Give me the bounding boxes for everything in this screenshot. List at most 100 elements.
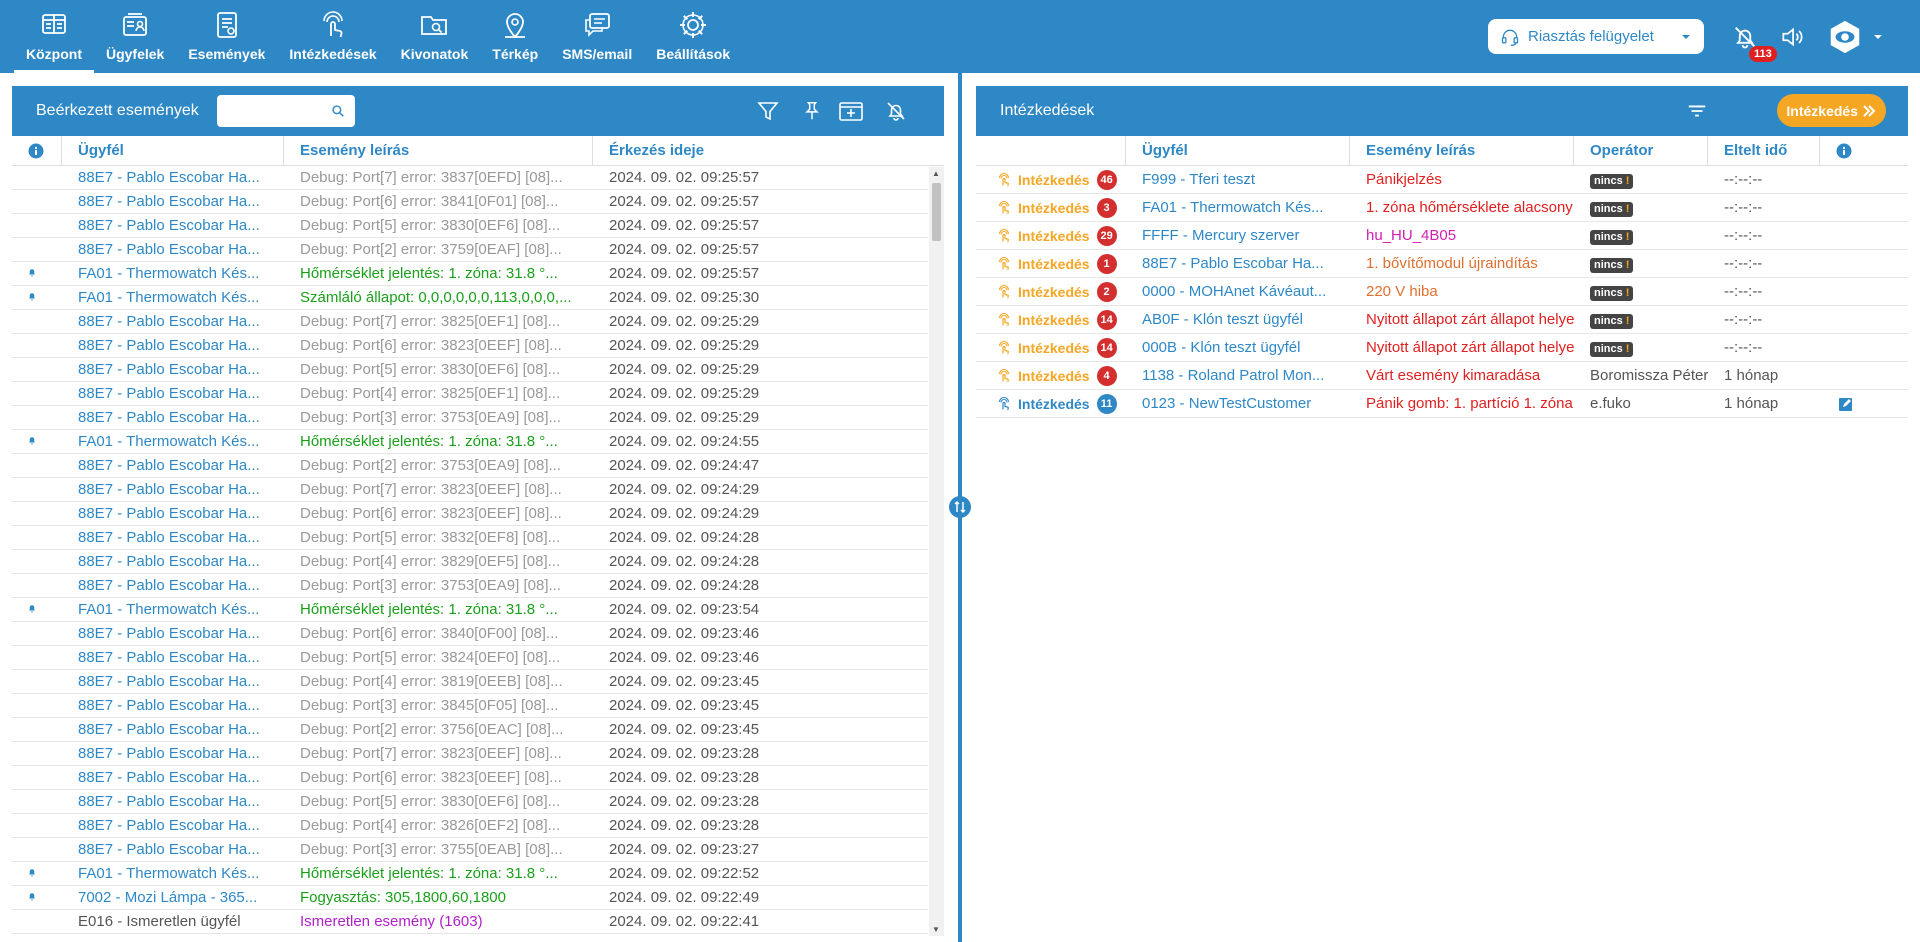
table-row[interactable]: Intézkedés 46 F999 - Tferi teszt Pánikjelzé… <box>976 166 1908 194</box>
scroll-up-icon[interactable]: ▲ <box>932 169 940 178</box>
row-client[interactable]: 88E7 - Pablo Escobar Ha... <box>62 241 284 258</box>
row-client[interactable]: 88E7 - Pablo Escobar Ha... <box>1126 255 1350 272</box>
table-row[interactable]: 88E7 - Pablo Escobar Ha... Debug: Port[5]… <box>12 214 928 238</box>
row-client[interactable]: FFFF - Mercury szerver <box>1126 227 1350 244</box>
table-row[interactable]: 88E7 - Pablo Escobar Ha... Debug: Port[2]… <box>12 238 928 262</box>
table-row[interactable]: E016 - Ismeretlen ügyfél Ismeretlen esemé… <box>12 910 928 934</box>
table-row[interactable]: Intézkedés 2 0000 - MOHAnet Kávéaut... 220 … <box>976 278 1908 306</box>
table-row[interactable]: FA01 - Thermowatch Kés... Számláló állapo… <box>12 286 928 310</box>
scroll-thumb[interactable] <box>932 183 941 241</box>
row-client[interactable]: AB0F - Klón teszt ügyfél <box>1126 311 1350 328</box>
col-description[interactable]: Esemény leírás <box>1350 136 1574 165</box>
nav-item-1[interactable]: Ügyfelek <box>94 0 176 73</box>
nav-item-5[interactable]: Térkép <box>480 0 550 73</box>
nav-item-4[interactable]: Kivonatok <box>389 0 481 73</box>
row-client[interactable]: 88E7 - Pablo Escobar Ha... <box>62 505 284 522</box>
row-client[interactable]: 88E7 - Pablo Escobar Ha... <box>62 457 284 474</box>
row-client[interactable]: 88E7 - Pablo Escobar Ha... <box>62 769 284 786</box>
row-client[interactable]: 000B - Klón teszt ügyfél <box>1126 339 1350 356</box>
table-row[interactable]: 88E7 - Pablo Escobar Ha... Debug: Port[2]… <box>12 454 928 478</box>
table-row[interactable]: 88E7 - Pablo Escobar Ha... Debug: Port[2]… <box>12 718 928 742</box>
col-operator[interactable]: Operátor <box>1574 136 1708 165</box>
row-action-cell[interactable]: Intézkedés 14 <box>976 337 1126 358</box>
table-row[interactable]: 88E7 - Pablo Escobar Ha... Debug: Port[4]… <box>12 382 928 406</box>
table-row[interactable]: Intézkedés 3 FA01 - Thermowatch Kés... 1. z… <box>976 194 1908 222</box>
row-client[interactable]: 88E7 - Pablo Escobar Ha... <box>62 841 284 858</box>
table-row[interactable]: 88E7 - Pablo Escobar Ha... Debug: Port[4]… <box>12 670 928 694</box>
col-client[interactable]: Ügyfél <box>1126 136 1350 165</box>
row-client[interactable]: 88E7 - Pablo Escobar Ha... <box>62 169 284 186</box>
table-row[interactable]: 88E7 - Pablo Escobar Ha... Debug: Port[3]… <box>12 838 928 862</box>
alarm-mode-select[interactable]: Riasztás felügyelet <box>1488 19 1704 54</box>
row-client[interactable]: 88E7 - Pablo Escobar Ha... <box>62 481 284 498</box>
table-row[interactable]: 88E7 - Pablo Escobar Ha... Debug: Port[5]… <box>12 526 928 550</box>
row-client[interactable]: 88E7 - Pablo Escobar Ha... <box>62 409 284 426</box>
row-client[interactable]: FA01 - Thermowatch Kés... <box>62 265 284 282</box>
bell-off-icon[interactable] <box>884 99 908 123</box>
row-client[interactable]: 1138 - Roland Patrol Mon... <box>1126 367 1350 384</box>
row-client[interactable]: 88E7 - Pablo Escobar Ha... <box>62 337 284 354</box>
table-row[interactable]: 88E7 - Pablo Escobar Ha... Debug: Port[3]… <box>12 574 928 598</box>
row-client[interactable]: 88E7 - Pablo Escobar Ha... <box>62 529 284 546</box>
row-client[interactable]: 7002 - Mozi Lámpa - 365... <box>62 889 284 906</box>
scroll-down-icon[interactable]: ▼ <box>932 925 940 934</box>
row-action-cell[interactable]: Intézkedés 4 <box>976 365 1126 386</box>
row-client[interactable]: 88E7 - Pablo Escobar Ha... <box>62 385 284 402</box>
row-client[interactable]: 88E7 - Pablo Escobar Ha... <box>62 217 284 234</box>
row-action-cell[interactable]: Intézkedés 14 <box>976 309 1126 330</box>
table-row[interactable]: FA01 - Thermowatch Kés... Hőmérséklet jel… <box>12 430 928 454</box>
filter-icon[interactable] <box>756 99 780 123</box>
edit-icon[interactable] <box>1838 396 1854 412</box>
sound-button[interactable] <box>1777 22 1807 52</box>
row-client[interactable]: FA01 - Thermowatch Kés... <box>62 289 284 306</box>
sort-icon[interactable] <box>1686 100 1708 122</box>
row-client[interactable]: 88E7 - Pablo Escobar Ha... <box>62 553 284 570</box>
row-action-cell[interactable]: Intézkedés 3 <box>976 197 1126 218</box>
swap-panels-button[interactable] <box>949 496 971 518</box>
pin-icon[interactable] <box>801 100 823 122</box>
row-client[interactable]: 88E7 - Pablo Escobar Ha... <box>62 721 284 738</box>
table-row[interactable]: 88E7 - Pablo Escobar Ha... Debug: Port[6]… <box>12 190 928 214</box>
row-action-cell[interactable]: Intézkedés 46 <box>976 169 1126 190</box>
events-search-input[interactable] <box>225 95 325 125</box>
row-action-cell[interactable]: Intézkedés 29 <box>976 225 1126 246</box>
table-row[interactable]: 88E7 - Pablo Escobar Ha... Debug: Port[6]… <box>12 334 928 358</box>
row-client[interactable]: 88E7 - Pablo Escobar Ha... <box>62 649 284 666</box>
table-row[interactable]: 7002 - Mozi Lámpa - 365... Fogyasztás: 30… <box>12 886 928 910</box>
col-client[interactable]: Ügyfél <box>62 136 284 165</box>
row-client[interactable]: FA01 - Thermowatch Kés... <box>62 865 284 882</box>
row-client[interactable]: 88E7 - Pablo Escobar Ha... <box>62 313 284 330</box>
row-client[interactable]: 88E7 - Pablo Escobar Ha... <box>62 793 284 810</box>
row-client[interactable]: FA01 - Thermowatch Kés... <box>62 433 284 450</box>
row-action-cell[interactable]: Intézkedés 2 <box>976 281 1126 302</box>
row-client[interactable]: 88E7 - Pablo Escobar Ha... <box>62 697 284 714</box>
table-row[interactable]: 88E7 - Pablo Escobar Ha... Debug: Port[6]… <box>12 622 928 646</box>
table-row[interactable]: 88E7 - Pablo Escobar Ha... Debug: Port[3]… <box>12 406 928 430</box>
table-row[interactable]: 88E7 - Pablo Escobar Ha... Debug: Port[3]… <box>12 694 928 718</box>
col-elapsed[interactable]: Eltelt idő <box>1708 136 1820 165</box>
row-client[interactable]: FA01 - Thermowatch Kés... <box>62 601 284 618</box>
table-row[interactable]: Intézkedés 1 88E7 - Pablo Escobar Ha... 1. … <box>976 250 1908 278</box>
events-scrollbar[interactable]: ▲ ▼ <box>929 167 944 936</box>
row-client[interactable]: 88E7 - Pablo Escobar Ha... <box>62 745 284 762</box>
col-arrival-time[interactable]: Érkezés ideje <box>593 136 944 165</box>
table-row[interactable]: Intézkedés 4 1138 - Roland Patrol Mon... Vá… <box>976 362 1908 390</box>
row-client[interactable]: 88E7 - Pablo Escobar Ha... <box>62 673 284 690</box>
table-row[interactable]: 88E7 - Pablo Escobar Ha... Debug: Port[4]… <box>12 814 928 838</box>
row-client[interactable]: FA01 - Thermowatch Kés... <box>1126 199 1350 216</box>
row-client[interactable]: 88E7 - Pablo Escobar Ha... <box>62 625 284 642</box>
table-row[interactable]: FA01 - Thermowatch Kés... Hőmérséklet jel… <box>12 862 928 886</box>
table-row[interactable]: Intézkedés 14 000B - Klón teszt ügyfél Nyit… <box>976 334 1908 362</box>
table-row[interactable]: Intézkedés 29 FFFF - Mercury szerver hu_HU_… <box>976 222 1908 250</box>
table-row[interactable]: FA01 - Thermowatch Kés... Hőmérséklet jel… <box>12 262 928 286</box>
row-client[interactable]: 0000 - MOHAnet Kávéaut... <box>1126 283 1350 300</box>
table-row[interactable]: 88E7 - Pablo Escobar Ha... Debug: Port[7]… <box>12 310 928 334</box>
row-action-cell[interactable]: Intézkedés 1 <box>976 253 1126 274</box>
nav-item-6[interactable]: SMS/email <box>550 0 644 73</box>
col-description[interactable]: Esemény leírás <box>284 136 593 165</box>
row-client[interactable]: 88E7 - Pablo Escobar Ha... <box>62 361 284 378</box>
row-client[interactable]: F999 - Tferi teszt <box>1126 171 1350 188</box>
nav-item-0[interactable]: Központ <box>14 0 94 73</box>
table-row[interactable]: 88E7 - Pablo Escobar Ha... Debug: Port[7]… <box>12 742 928 766</box>
table-row[interactable]: 88E7 - Pablo Escobar Ha... Debug: Port[6]… <box>12 766 928 790</box>
